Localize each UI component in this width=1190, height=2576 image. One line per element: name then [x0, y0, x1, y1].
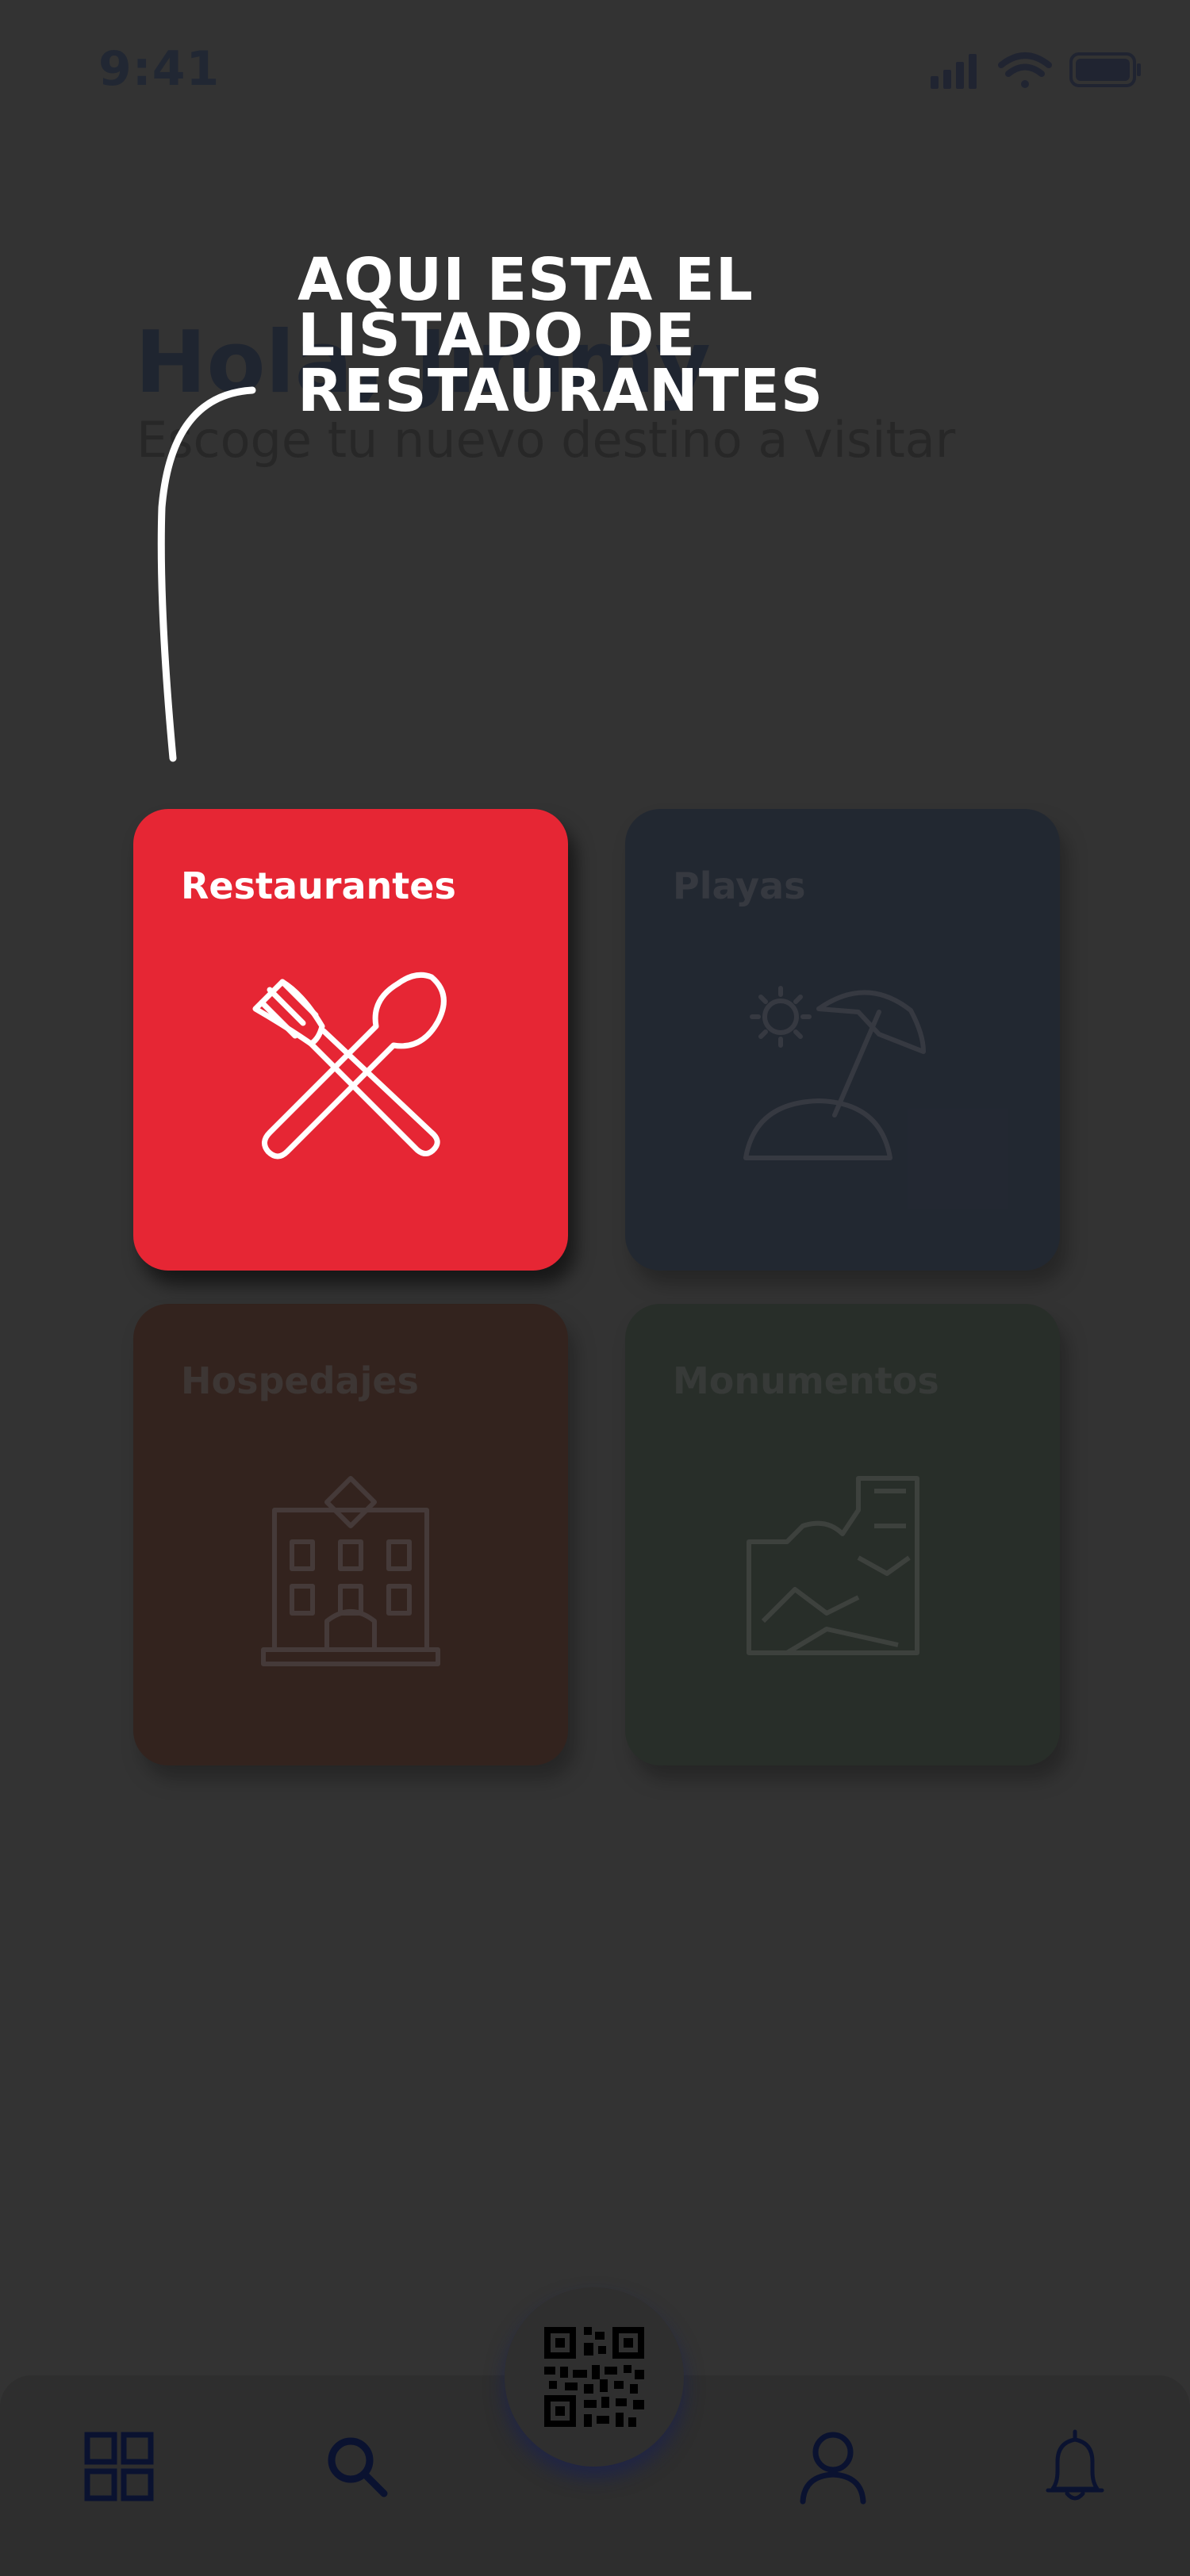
- category-card-restaurantes[interactable]: Restaurantes: [133, 809, 568, 1271]
- monument-icon: [747, 1476, 919, 1655]
- hotel-icon: [261, 1476, 440, 1666]
- profile-icon[interactable]: [793, 2427, 873, 2506]
- grid-icon[interactable]: [79, 2427, 159, 2506]
- tooltip-line: LISTADO DE: [298, 301, 697, 370]
- status-icons: [931, 52, 1141, 89]
- fork-spoon-icon: [252, 972, 447, 1160]
- category-label: Hospedajes: [181, 1359, 419, 1402]
- qr-code-icon: [544, 2327, 644, 2427]
- category-card-monumentos[interactable]: Monumentos: [625, 1304, 1060, 1765]
- category-card-hospedajes[interactable]: Hospedajes: [133, 1304, 568, 1765]
- category-label: Playas: [673, 864, 806, 907]
- wifi-icon: [998, 52, 1052, 88]
- tooltip-line: RESTAURANTES: [298, 357, 824, 425]
- category-label: Monumentos: [673, 1359, 939, 1402]
- tooltip-pointer-line: [157, 386, 256, 762]
- signal-icon: [931, 54, 977, 89]
- status-time: 9:41: [98, 41, 221, 97]
- category-label: Restaurantes: [181, 864, 456, 907]
- battery-icon: [1069, 52, 1141, 87]
- category-card-playas[interactable]: Playas: [625, 809, 1060, 1271]
- beach-umbrella-icon: [743, 986, 926, 1160]
- search-icon[interactable]: [317, 2427, 397, 2506]
- status-bar: 9:41: [0, 0, 1190, 143]
- tutorial-tooltip: AQUI ESTA EL LISTADO DE RESTAURANTES: [298, 246, 1012, 425]
- tooltip-line: AQUI ESTA EL: [298, 246, 754, 314]
- qr-scan-button[interactable]: [505, 2287, 684, 2467]
- bell-icon[interactable]: [1035, 2427, 1115, 2506]
